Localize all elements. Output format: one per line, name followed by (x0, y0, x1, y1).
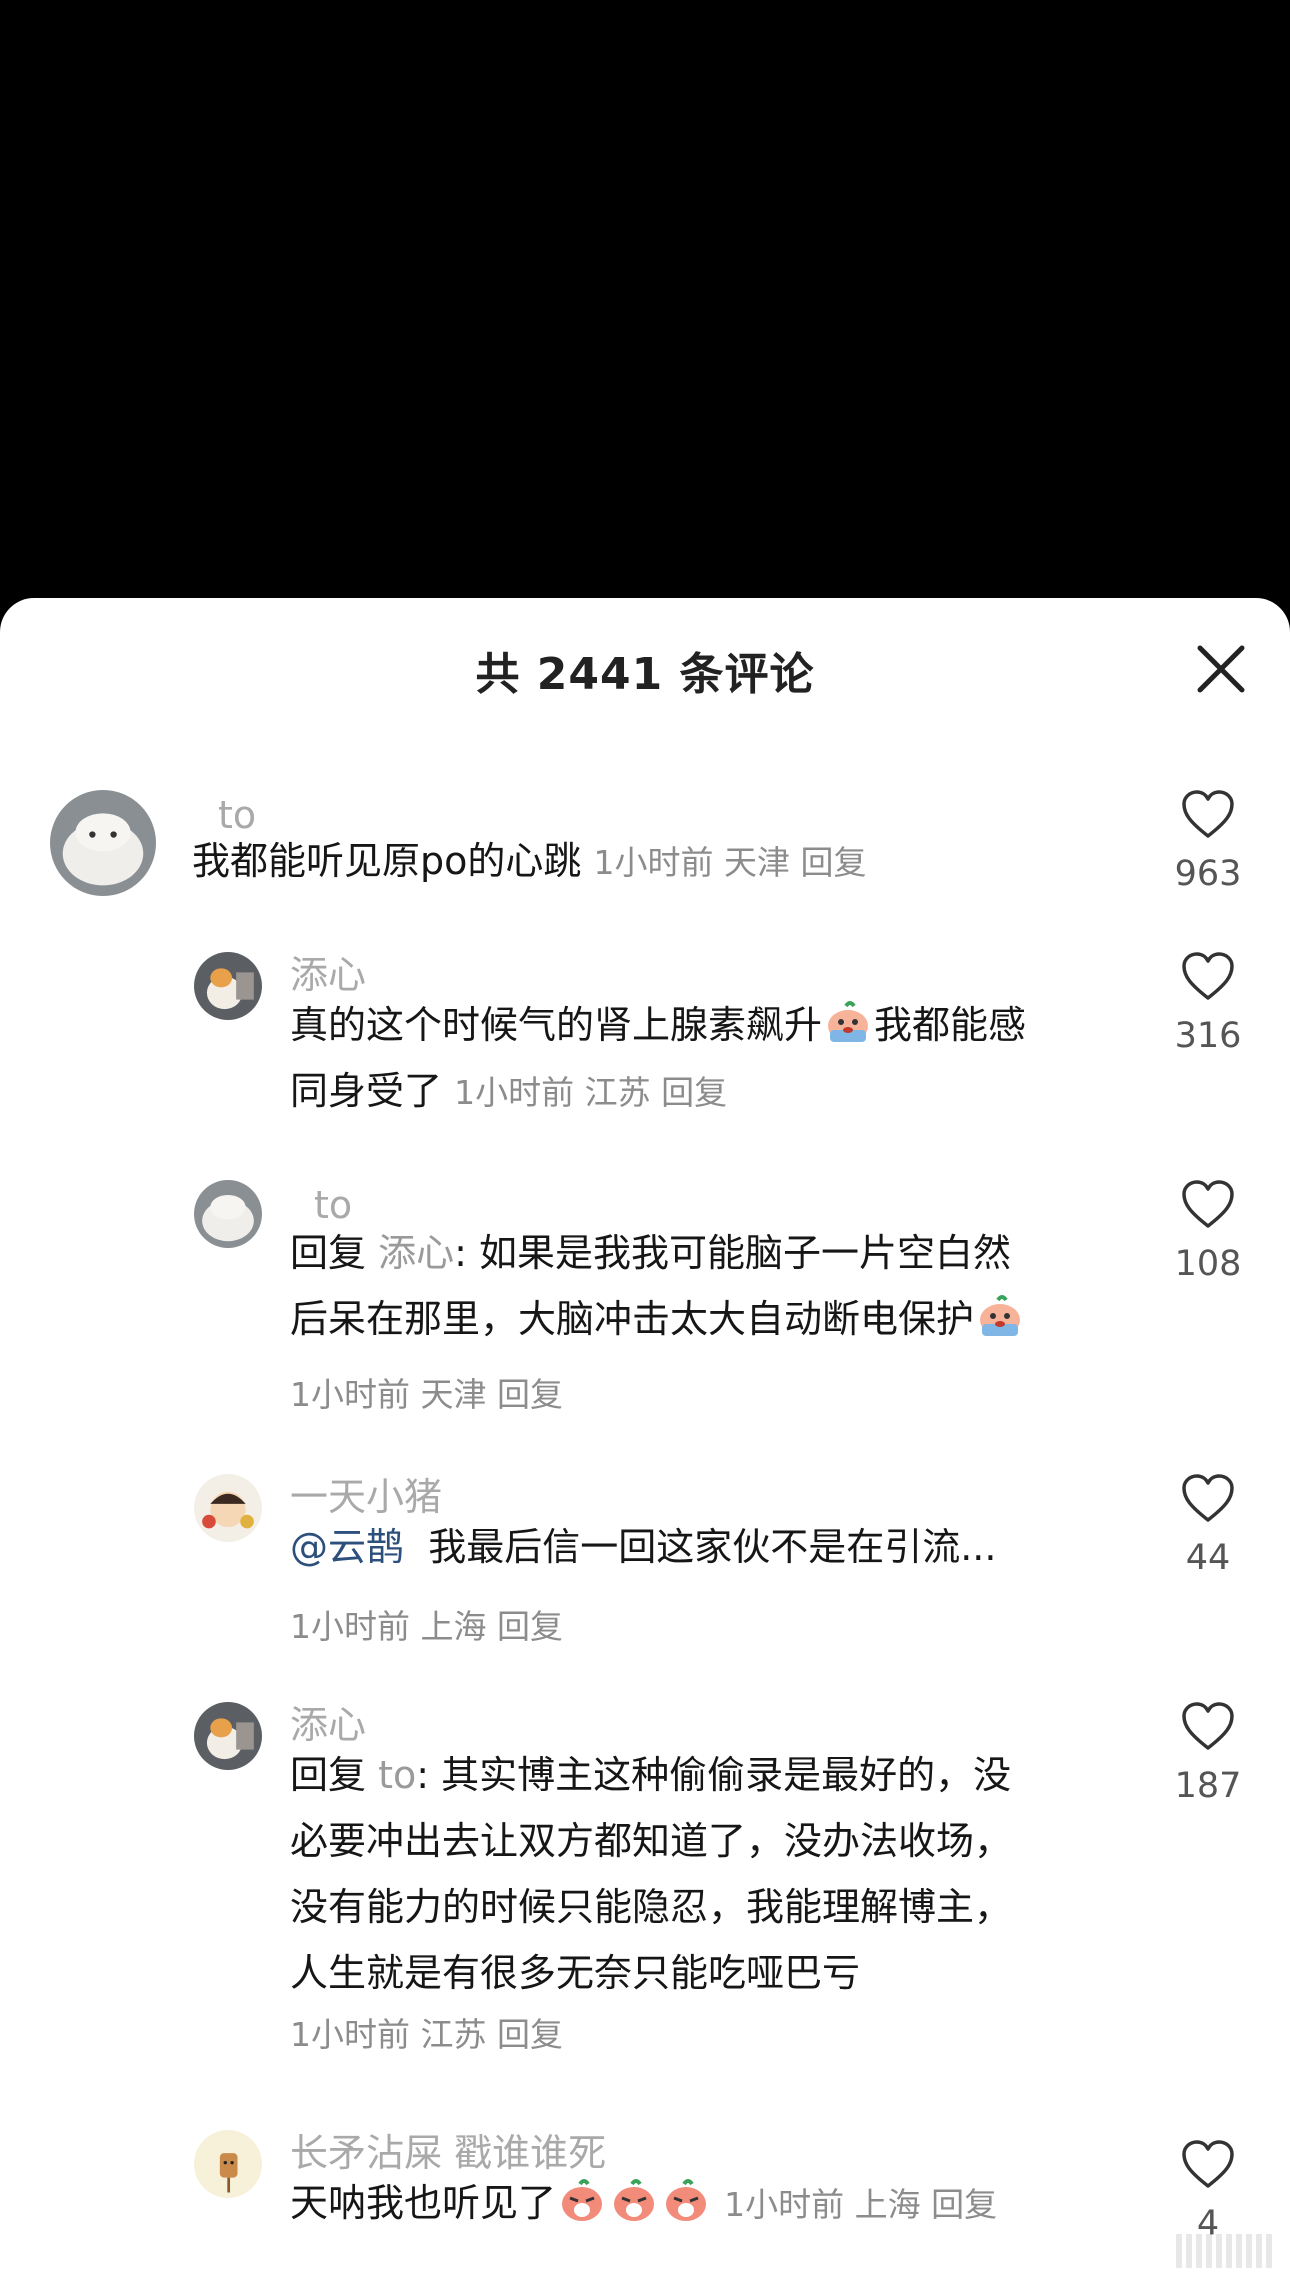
comment-item: to 我都能听见原po的心跳 1小时前 天津 回复 963 (0, 788, 1290, 908)
comment-body: 天呐我也听见了 (290, 2181, 557, 2225)
reply-button[interactable]: 回复 (497, 1607, 563, 1646)
like-count: 316 (1174, 1016, 1242, 1056)
comment-text: 真的这个时候气的肾上腺素飙升 我都能感 同身受了 1小时前 江苏 回复 (290, 992, 1130, 1126)
comment-text: 我都能听见原po的心跳 1小时前 天津 回复 (192, 828, 866, 896)
comment-meta: 1小时前 江苏 回复 (454, 1073, 727, 1112)
like-button[interactable]: 4 (1148, 2138, 1268, 2244)
reply-button[interactable]: 回复 (931, 2185, 997, 2224)
comment-item: to 回复 添心: 如果是我我可能脑子一片空白然 后呆在那里，大脑冲击太大自动断… (0, 1178, 1290, 1418)
comment-body-cont: 同身受了 (290, 1069, 443, 1113)
like-count: 108 (1174, 1244, 1242, 1284)
comment-text: 天呐我也听见了 1小时前 上海 回复 (290, 2170, 997, 2238)
comment-body: 真的这个时候气的肾上腺素飙升 (290, 1003, 823, 1047)
reply-button[interactable]: 回复 (497, 2015, 563, 2054)
comment-time: 1小时前 (454, 1073, 575, 1112)
avatar[interactable] (194, 1474, 262, 1542)
like-button[interactable]: 108 (1148, 1178, 1268, 1284)
comment-username[interactable]: 一天小猪 (290, 1478, 442, 1516)
comment-username[interactable]: 长矛沾屎 戳谁谁死 (290, 2134, 606, 2172)
like-button[interactable]: 963 (1148, 788, 1268, 894)
heart-icon (1182, 1702, 1234, 1750)
close-button[interactable] (1192, 640, 1250, 698)
comment-location: 江苏 (420, 2015, 487, 2054)
comment-body-cont: 我都能感 (874, 1003, 1027, 1047)
heart-icon (1182, 2140, 1234, 2188)
comment-location: 上海 (420, 1607, 487, 1646)
reply-button[interactable]: 回复 (661, 1073, 727, 1112)
comment-body-cont: 必要冲出去让双方都知道了，没办法收场， (290, 1819, 1013, 1863)
heart-icon (1182, 1474, 1234, 1522)
comment-meta: 1小时前 天津 回复 (593, 843, 866, 882)
comment-location: 天津 (420, 1375, 487, 1414)
comment-body: 我最后信一回这家伙不是在引流... (428, 1525, 997, 1569)
comment-body: : 如果是我我可能脑子一片空白然 (454, 1231, 1012, 1275)
comment-body-cont: 人生就是有很多无奈只能吃哑巴亏 (290, 1951, 861, 1995)
screaming-face-icon (662, 2178, 710, 2222)
comment-time: 1小时前 (724, 2185, 845, 2224)
heart-icon (1182, 1180, 1234, 1228)
reply-prefix: 回复 (290, 1753, 367, 1797)
watermark (1176, 2234, 1272, 2268)
comment-time: 1小时前 (290, 1607, 410, 1646)
mention-link[interactable]: @云鹊 (290, 1525, 404, 1569)
heart-icon (1182, 790, 1234, 838)
comment-username[interactable]: 添心 (290, 956, 366, 994)
comment-text: 回复 添心: 如果是我我可能脑子一片空白然 后呆在那里，大脑冲击太大自动断电保护 (290, 1220, 1130, 1352)
comment-username[interactable]: to (314, 1186, 352, 1224)
comment-text: 回复 to: 其实博主这种偷偷录是最好的，没 必要冲出去让双方都知道了，没办法收… (290, 1742, 1130, 2006)
comment-item: 长矛沾屎 戳谁谁死 天呐我也听见了 1小时前 上海 回复 4 (0, 2128, 1290, 2278)
comment-time: 1小时前 (290, 1375, 410, 1414)
avatar[interactable] (194, 1702, 262, 1770)
comment-body: : 其实博主这种偷偷录是最好的，没 (416, 1753, 1012, 1797)
reply-prefix: 回复 (290, 1231, 367, 1275)
like-button[interactable]: 44 (1148, 1472, 1268, 1578)
comments-title: 共 2441 条评论 (475, 649, 815, 700)
like-count: 187 (1174, 1766, 1242, 1806)
like-button[interactable]: 316 (1148, 950, 1268, 1056)
crying-face-icon (824, 1000, 872, 1044)
heart-icon (1182, 952, 1234, 1000)
comment-location: 江苏 (584, 1073, 651, 1112)
comment-meta: 1小时前 上海 回复 (290, 1610, 563, 1643)
comment-item: 一天小猪 @云鹊 我最后信一回这家伙不是在引流... 1小时前 上海 回复 44 (0, 1472, 1290, 1652)
screaming-face-icon (610, 2178, 658, 2222)
like-count: 44 (1185, 1538, 1231, 1578)
comments-sheet: 共 2441 条评论 to 我都能听见原po的心跳 1小时前 天津 回复 963 (0, 598, 1290, 2282)
comment-location: 天津 (723, 843, 790, 882)
reply-to-username[interactable]: to (378, 1753, 416, 1797)
comment-username[interactable]: 添心 (290, 1706, 366, 1744)
close-icon (1197, 645, 1245, 693)
comment-item: 添心 回复 to: 其实博主这种偷偷录是最好的，没 必要冲出去让双方都知道了，没… (0, 1700, 1290, 2060)
comment-text: @云鹊 我最后信一回这家伙不是在引流... (290, 1514, 1110, 1580)
comment-body: 我都能听见原po的心跳 (192, 839, 582, 883)
comment-meta: 1小时前 上海 回复 (724, 2185, 997, 2224)
screaming-face-icon (558, 2178, 606, 2222)
comment-body-cont: 没有能力的时候只能隐忍，我能理解博主， (290, 1885, 1013, 1929)
comment-time: 1小时前 (593, 843, 714, 882)
comment-meta: 1小时前 江苏 回复 (290, 2018, 563, 2051)
reply-to-username[interactable]: 添心 (378, 1231, 454, 1275)
avatar[interactable] (194, 2130, 262, 2198)
avatar[interactable] (50, 790, 156, 896)
crying-face-icon (976, 1294, 1024, 1338)
comment-location: 上海 (854, 2185, 921, 2224)
avatar[interactable] (194, 1180, 262, 1248)
avatar[interactable] (194, 952, 262, 1020)
like-count: 963 (1174, 854, 1242, 894)
reply-button[interactable]: 回复 (800, 843, 866, 882)
comment-meta: 1小时前 天津 回复 (290, 1378, 563, 1411)
comment-body-cont: 后呆在那里，大脑冲击太大自动断电保护 (290, 1297, 975, 1341)
like-button[interactable]: 187 (1148, 1700, 1268, 1806)
comment-item: 添心 真的这个时候气的肾上腺素飙升 我都能感 同身受了 1小时前 江苏 回复 31… (0, 950, 1290, 1120)
comment-time: 1小时前 (290, 2015, 410, 2054)
reply-button[interactable]: 回复 (497, 1375, 563, 1414)
